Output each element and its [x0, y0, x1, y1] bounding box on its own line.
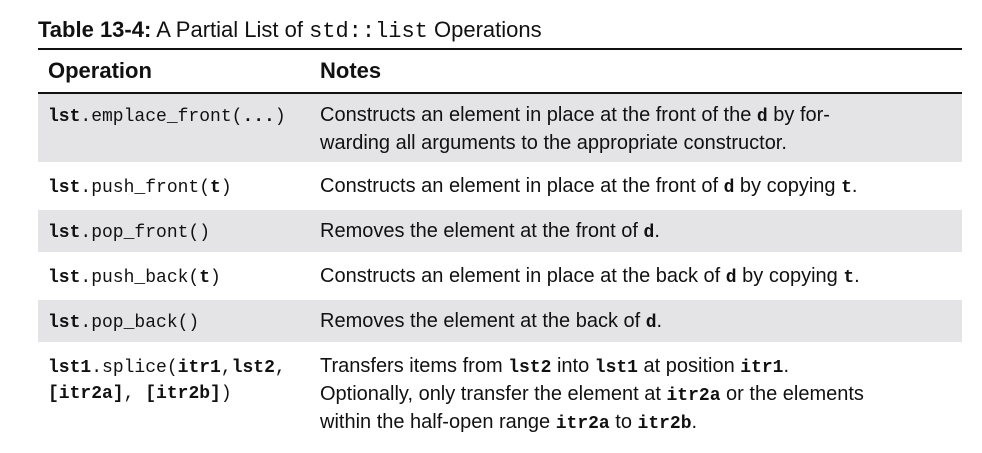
table-row: lst.pop_back() Removes the element at th… — [38, 298, 962, 344]
text-run: [itr2b] — [145, 384, 221, 404]
text-run: , — [123, 384, 146, 404]
text-run: Constructs an element in place at the ba… — [320, 265, 726, 287]
table-row: lst1.splice(itr1,lst2, [itr2a], [itr2b]) … — [38, 344, 962, 439]
inline-code: d — [723, 178, 735, 198]
table-caption-code: std::list — [309, 19, 428, 44]
text-run: . — [691, 411, 698, 433]
notes-cell: Transfers items from lst2 into lst1 at p… — [310, 344, 962, 439]
text-run: lst — [48, 178, 81, 198]
inline-code: lst1 — [594, 358, 638, 378]
operation-cell: lst.push_back(t) — [38, 254, 310, 299]
inline-code: t — [841, 178, 852, 198]
text-run: Removes the element at the front of — [320, 220, 644, 242]
text-run: ) — [220, 178, 232, 198]
text-run: or the elements — [720, 383, 864, 405]
table-row: lst.pop_front() Removes the element at t… — [38, 208, 962, 254]
inline-code: lst2 — [508, 358, 552, 378]
text-run: Constructs an element in place at the fr… — [320, 104, 757, 126]
text-run: t — [199, 268, 211, 288]
text-run: lst2 — [231, 358, 275, 378]
text-run: .push_front( — [80, 178, 211, 198]
text-run: by copying — [734, 175, 842, 197]
text-run: .push_back( — [80, 268, 200, 288]
text-run: lst — [48, 223, 81, 243]
table-header-row: Operation Notes — [38, 49, 962, 93]
notes-cell: Removes the element at the back of d. — [310, 298, 962, 344]
text-run: lst — [48, 107, 81, 127]
text-run: .pop_front() — [80, 223, 211, 243]
text-run: ) — [274, 107, 286, 127]
text-run: into — [551, 355, 595, 377]
text-run: . — [656, 310, 663, 332]
text-run: itr1 — [177, 358, 221, 378]
text-run: Constructs an element in place at the fr… — [320, 175, 724, 197]
text-run: within the half-open range — [320, 411, 556, 433]
text-run: Transfers items from — [320, 355, 509, 377]
document-page: Table 13-4: A Partial List of std::list … — [38, 14, 962, 440]
inline-code: itr2b — [637, 414, 692, 434]
text-run: by copying — [736, 265, 844, 287]
text-run: ) — [220, 384, 232, 404]
notes-cell: Constructs an element in place at the fr… — [310, 164, 962, 209]
text-run: ) — [210, 268, 221, 288]
inline-code: d — [645, 313, 657, 333]
notes-cell: Constructs an element in place at the fr… — [310, 93, 962, 164]
table-row: lst.emplace_front(...) Constructs an ele… — [38, 93, 962, 164]
text-run: warding all arguments to the appropriate… — [320, 132, 787, 154]
table-row: lst.push_front(t) Constructs an element … — [38, 164, 962, 209]
text-run: .pop_back() — [80, 313, 200, 333]
table-caption-text: A Partial List of — [151, 17, 310, 42]
text-run: . — [783, 355, 790, 377]
text-run: , — [220, 358, 232, 378]
inline-code: d — [643, 223, 655, 243]
text-run: ... — [242, 107, 275, 127]
notes-cell: Removes the element at the front of d. — [310, 208, 962, 254]
header-notes: Notes — [320, 58, 382, 83]
text-run: t — [210, 178, 221, 198]
inline-code: itr2a — [666, 386, 721, 406]
header-operation: Operation — [48, 58, 152, 83]
table-caption-label: Table 13-4: — [38, 17, 152, 42]
table-caption: Table 13-4: A Partial List of std::list … — [38, 14, 962, 48]
text-run: Optionally, only transfer the element at — [320, 383, 667, 405]
operation-cell: lst.pop_back() — [38, 298, 310, 344]
operation-cell: lst.pop_front() — [38, 208, 310, 254]
inline-code: d — [725, 268, 737, 288]
table-row: lst.push_back(t) Constructs an element i… — [38, 254, 962, 299]
text-run: lst1 — [48, 358, 92, 378]
text-run: .splice( — [91, 358, 178, 378]
notes-cell: Constructs an element in place at the ba… — [310, 254, 962, 299]
inline-code: t — [843, 268, 855, 288]
table-caption-text-end: Operations — [427, 17, 542, 42]
text-run: [itr2a] — [48, 384, 124, 404]
text-run: . — [654, 220, 660, 242]
inline-code: d — [756, 107, 768, 127]
operations-table: Operation Notes lst.emplace_front(...) C… — [38, 48, 962, 440]
text-run: . — [854, 265, 860, 287]
operation-cell: lst.push_front(t) — [38, 164, 310, 209]
text-run: lst — [48, 268, 81, 288]
operation-cell: lst.emplace_front(...) — [38, 93, 310, 164]
operation-cell: lst1.splice(itr1,lst2, [itr2a], [itr2b]) — [38, 344, 310, 439]
text-run: to — [609, 411, 638, 433]
text-run: . — [851, 175, 858, 197]
text-run: .emplace_front( — [80, 107, 243, 127]
text-run: by for- — [767, 104, 830, 126]
text-run: Removes the element at the back of — [320, 310, 646, 332]
inline-code: itr2a — [555, 414, 610, 434]
inline-code: itr1 — [740, 358, 784, 378]
text-run: , — [274, 358, 286, 378]
text-run: at position — [637, 355, 741, 377]
text-run: lst — [48, 313, 81, 333]
